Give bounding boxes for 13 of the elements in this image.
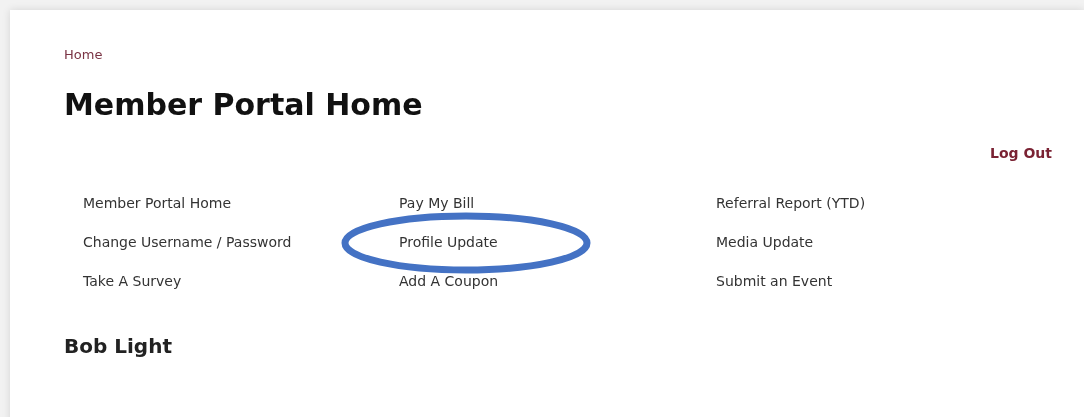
portal-link[interactable]: Profile Update xyxy=(399,232,498,253)
breadcrumb-link[interactable]: Home xyxy=(64,47,103,62)
portal-link[interactable]: Add A Coupon xyxy=(399,271,499,292)
portal-link[interactable]: Pay My Bill xyxy=(399,193,475,214)
member-name: Bob Light xyxy=(64,334,172,358)
portal-link[interactable]: Submit an Event xyxy=(716,271,833,292)
portal-link[interactable]: Referral Report (YTD) xyxy=(716,193,866,214)
portal-link[interactable]: Media Update xyxy=(716,232,814,253)
logout-link[interactable]: Log Out xyxy=(990,145,1052,161)
page-title: Member Portal Home xyxy=(64,87,423,122)
portal-link[interactable]: Change Username / Password xyxy=(83,232,292,253)
portal-link[interactable]: Take A Survey xyxy=(83,271,182,292)
portal-link[interactable]: Member Portal Home xyxy=(83,193,232,214)
